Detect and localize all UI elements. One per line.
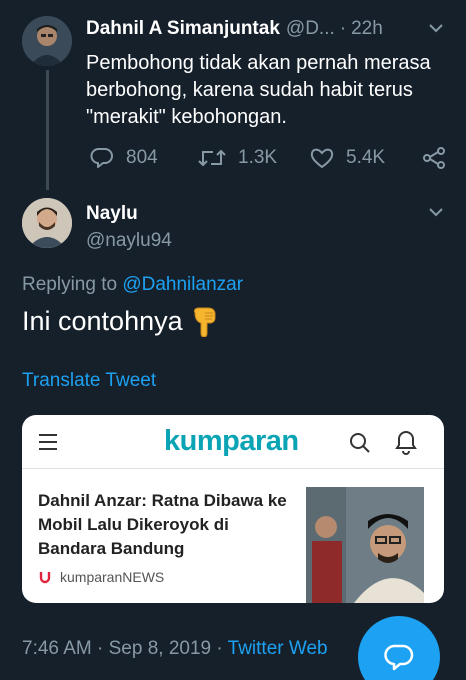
menu-icon bbox=[39, 434, 57, 450]
card-thumbnail bbox=[306, 487, 424, 603]
replying-to-label: Replying to bbox=[22, 274, 123, 295]
tweet1-separator: · bbox=[339, 18, 347, 39]
footer-separator: · bbox=[91, 638, 109, 659]
tweet2-avatar[interactable] bbox=[22, 198, 72, 248]
retweet-button[interactable]: 1.3K bbox=[198, 146, 277, 170]
tweet1-author-name[interactable]: Dahnil A Simanjuntak bbox=[86, 18, 280, 39]
chevron-down-icon[interactable] bbox=[428, 206, 444, 218]
chevron-down-icon[interactable] bbox=[428, 22, 444, 34]
search-icon bbox=[350, 433, 370, 453]
reply-button[interactable]: 804 bbox=[90, 146, 158, 170]
footer-date[interactable]: Sep 8, 2019 bbox=[109, 638, 211, 659]
tweet1-avatar[interactable] bbox=[22, 16, 72, 66]
like-icon bbox=[310, 148, 334, 169]
thread-line bbox=[46, 70, 49, 190]
pointing-down-emoji bbox=[193, 307, 216, 337]
bell-icon bbox=[395, 430, 417, 455]
card-headline: Dahnil Anzar: Ratna Dibawa ke Mobil Lalu… bbox=[38, 491, 287, 558]
footer-time[interactable]: 7:46 AM bbox=[22, 638, 92, 659]
compose-reply-icon bbox=[384, 644, 414, 671]
tweet1-header: Dahnil A Simanjuntak @D... · 22h bbox=[86, 18, 456, 42]
tweet1-body: Pembohong tidak akan pernah merasa berbo… bbox=[86, 52, 431, 128]
card-source-label: kumparanNEWS bbox=[60, 569, 165, 585]
card-site-header: kumparan bbox=[22, 415, 444, 469]
retweet-count: 1.3K bbox=[238, 147, 278, 168]
reply-icon bbox=[90, 148, 113, 168]
kumparan-source-icon bbox=[39, 572, 51, 584]
kumparan-logo: kumparan bbox=[164, 425, 299, 457]
retweet-icon bbox=[198, 149, 226, 167]
tweet1-actions: 804 1.3K 5.4K bbox=[86, 146, 446, 170]
like-count: 5.4K bbox=[346, 147, 386, 168]
share-button[interactable] bbox=[422, 146, 458, 170]
tweet1-author-handle[interactable]: @D... bbox=[286, 18, 335, 39]
footer-client[interactable]: Twitter Web bbox=[228, 638, 328, 659]
card-source: kumparanNEWS bbox=[38, 569, 164, 585]
tweet2-body-text: Ini contohnya bbox=[22, 306, 183, 336]
reply-count: 804 bbox=[126, 147, 158, 168]
footer-separator: · bbox=[211, 638, 228, 659]
tweet2-author-handle[interactable]: @naylu94 bbox=[86, 230, 172, 252]
compose-reply-button[interactable] bbox=[358, 616, 440, 680]
tweet1-timestamp[interactable]: 22h bbox=[351, 18, 383, 39]
tweet2-author-name[interactable]: Naylu bbox=[86, 203, 138, 225]
tweet-footer-meta: 7:46 AM · Sep 8, 2019 · Twitter Web bbox=[22, 638, 328, 660]
replying-to-line: Replying to @Dahnilanzar bbox=[22, 274, 243, 296]
replying-to-mention[interactable]: @Dahnilanzar bbox=[122, 274, 243, 295]
translate-tweet-link[interactable]: Translate Tweet bbox=[22, 370, 156, 392]
link-preview-card[interactable]: kumparan Dahnil Anzar: Ratna Dibawa ke M… bbox=[22, 415, 444, 603]
share-icon bbox=[423, 147, 445, 169]
like-button[interactable]: 5.4K bbox=[310, 146, 385, 170]
tweet2-body: Ini contohnya bbox=[22, 306, 219, 337]
